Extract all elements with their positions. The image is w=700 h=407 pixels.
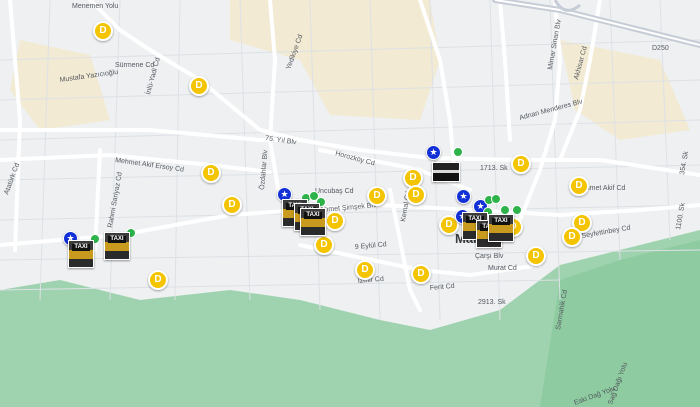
d-marker-icon[interactable]: D — [411, 264, 431, 284]
d-marker-icon[interactable]: D — [222, 195, 242, 215]
street-label: Çarşı Blv — [475, 253, 504, 260]
taxi-sign: TAXI — [304, 212, 322, 219]
map-view[interactable]: Menemen Yolu Sürmene Cd Mustafa Yazıcıoğ… — [0, 0, 700, 407]
d-marker-icon[interactable]: D — [314, 235, 334, 255]
green-dot-icon[interactable] — [491, 194, 501, 204]
d-marker-icon[interactable]: D — [148, 270, 168, 290]
taxi-sign: TAXI — [108, 236, 126, 243]
green-dot-icon[interactable] — [453, 147, 463, 157]
d-marker-icon[interactable]: D — [201, 163, 221, 183]
taxi-thumbnail[interactable]: TAXI — [488, 214, 514, 242]
taxi-sign: TAXI — [492, 218, 510, 225]
d-marker-icon[interactable]: D — [406, 185, 426, 205]
star-marker-icon[interactable]: ★ — [456, 189, 471, 204]
highway-shield: D250 — [652, 45, 669, 52]
d-marker-icon[interactable]: D — [511, 154, 531, 174]
street-label: Murat Cd — [488, 265, 517, 272]
d-marker-icon[interactable]: D — [355, 260, 375, 280]
star-marker-icon[interactable]: ★ — [426, 145, 441, 160]
d-marker-icon[interactable]: D — [93, 21, 113, 41]
d-marker-icon[interactable]: D — [569, 176, 589, 196]
d-marker-icon[interactable]: D — [189, 76, 209, 96]
street-label: Menemen Yolu — [72, 3, 118, 10]
taxi-sign: TAXI — [72, 244, 90, 251]
taxi-thumbnail[interactable]: TAXI — [104, 232, 130, 260]
d-marker-icon[interactable]: D — [562, 227, 582, 247]
taxi-thumbnail[interactable]: TAXI — [300, 208, 326, 236]
street-label: 2913. Sk — [478, 299, 506, 306]
map-base: Menemen Yolu Sürmene Cd Mustafa Yazıcıoğ… — [0, 0, 700, 407]
vehicle-thumbnail[interactable] — [432, 162, 460, 182]
street-label: Uncubaş Cd — [315, 188, 354, 195]
street-label: 1713. Sk — [480, 165, 508, 172]
d-marker-icon[interactable]: D — [367, 186, 387, 206]
d-marker-icon[interactable]: D — [526, 246, 546, 266]
d-marker-icon[interactable]: D — [325, 211, 345, 231]
street-label: Sürmene Cd — [115, 62, 154, 69]
taxi-thumbnail[interactable]: TAXI — [68, 240, 94, 268]
